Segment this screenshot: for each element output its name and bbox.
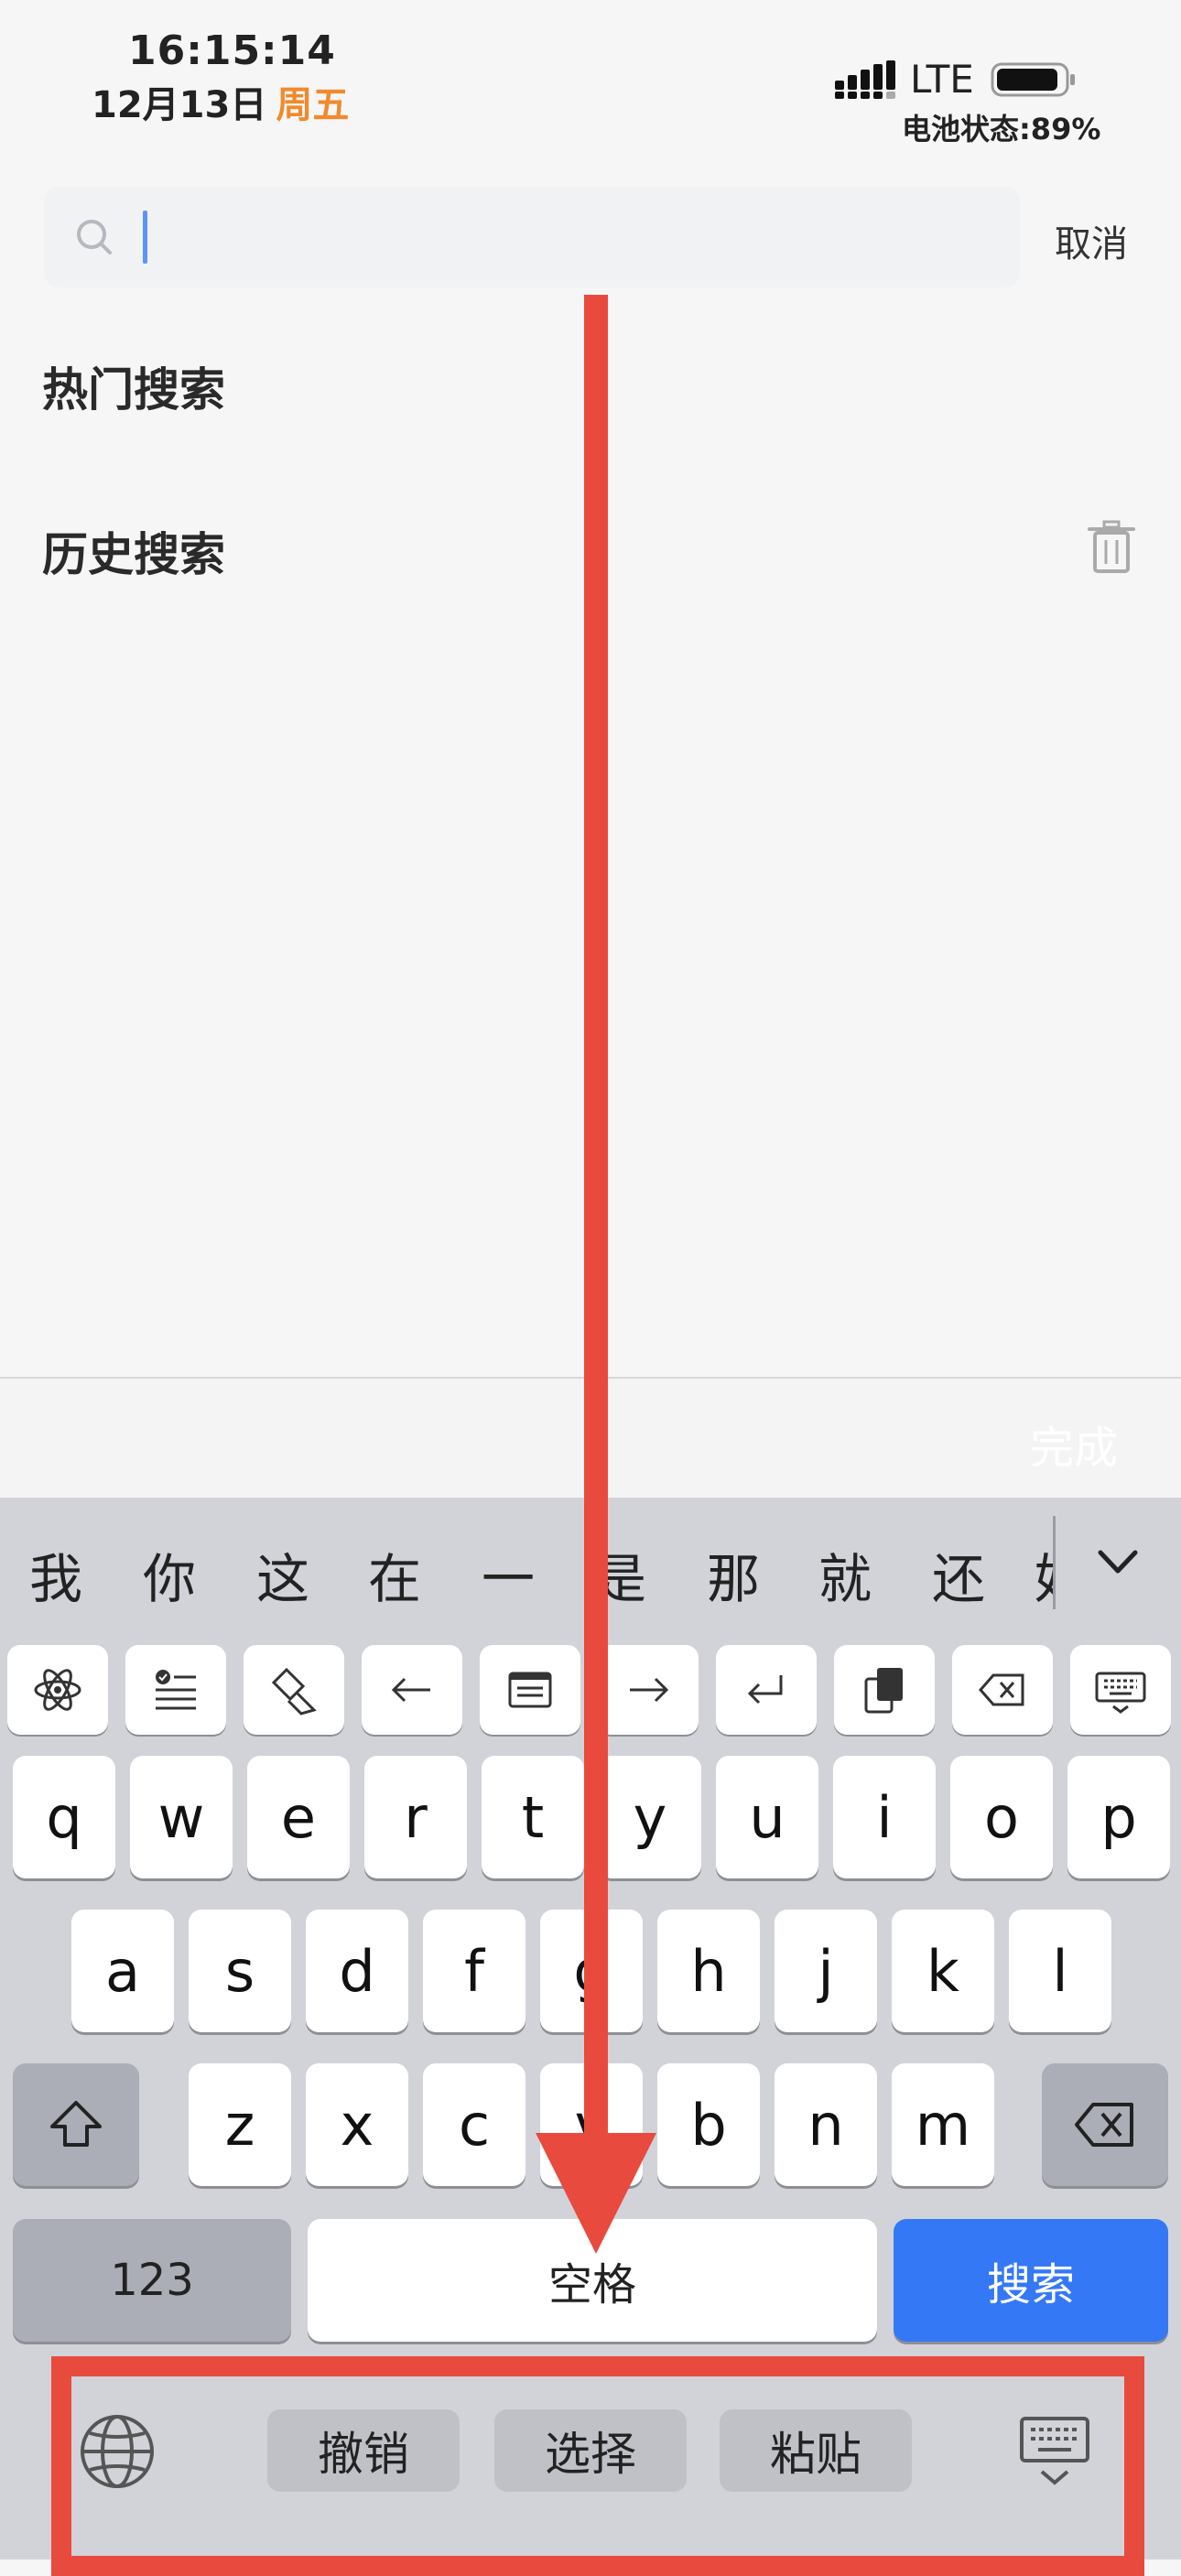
trash-icon[interactable] (1086, 520, 1137, 575)
return-icon (747, 1675, 783, 1705)
search-key[interactable]: 搜索 (894, 2219, 1168, 2342)
candidate-word[interactable]: 这 (256, 1536, 309, 1613)
tool-clipboard[interactable] (834, 1645, 935, 1735)
text-cursor (143, 211, 147, 264)
shift-icon (50, 2101, 102, 2147)
candidate-word[interactable]: 我 (29, 1536, 82, 1613)
key-s[interactable]: s (189, 1910, 291, 2032)
clipboard-icon (864, 1668, 903, 1714)
key-u[interactable]: u (716, 1756, 818, 1878)
key-z[interactable]: z (189, 2063, 291, 2186)
date-text: 12月13日 (92, 84, 267, 126)
status-time: 16:15:14 (128, 27, 336, 74)
key-f[interactable]: f (423, 1910, 525, 2032)
weekday-text: 周五 (276, 84, 350, 126)
search-input[interactable] (44, 187, 1020, 287)
done-button[interactable]: 完成 (1030, 1412, 1118, 1476)
shift-key[interactable] (13, 2063, 139, 2186)
key-n[interactable]: n (775, 2063, 877, 2186)
signal-icon (835, 60, 895, 99)
candidate-word[interactable]: 一 (482, 1536, 535, 1613)
key-h[interactable]: h (657, 1910, 760, 2032)
candidate-word[interactable]: 在 (368, 1536, 421, 1613)
candidate-word[interactable]: 好 (1035, 1536, 1053, 1613)
edit-cursor-icon (271, 1667, 317, 1716)
key-t[interactable]: t (482, 1756, 584, 1878)
tool-edit-cursor[interactable] (244, 1645, 344, 1735)
key-c[interactable]: c (423, 2063, 525, 2186)
annotation-highlight-box (51, 2356, 1144, 2576)
candidate-word[interactable]: 就 (818, 1536, 872, 1613)
key-j[interactable]: j (775, 1910, 877, 2032)
candidate-bar: 我 你 这 在 一 是 那 就 还 好 (0, 1498, 1053, 1635)
candidate-word[interactable]: 你 (143, 1536, 196, 1613)
window-icon (508, 1672, 552, 1708)
key-q[interactable]: q (13, 1756, 115, 1878)
backspace-icon (979, 1673, 1024, 1706)
key-x[interactable]: x (306, 2063, 408, 2186)
cancel-button[interactable]: 取消 (1055, 214, 1128, 267)
status-date: 12月13日 周五 (92, 75, 349, 128)
annotation-arrow-shaft (584, 295, 608, 2142)
delete-key[interactable] (1042, 2063, 1168, 2186)
battery-icon (991, 62, 1075, 97)
tool-keyboard[interactable] (1070, 1645, 1171, 1735)
key-m[interactable]: m (892, 2063, 994, 2186)
annotation-arrow-head (536, 2133, 656, 2254)
delete-icon (1075, 2103, 1133, 2147)
history-search-title: 历史搜索 (42, 528, 225, 581)
checklist-icon (156, 1670, 196, 1710)
key-a[interactable]: a (71, 1910, 174, 2032)
candidate-word[interactable]: 那 (707, 1536, 760, 1613)
tool-checklist[interactable] (125, 1645, 226, 1735)
battery-status: 电池状态:89% (902, 112, 1101, 146)
candidate-divider (1053, 1516, 1056, 1609)
tool-atom[interactable] (7, 1645, 108, 1735)
key-w[interactable]: w (130, 1756, 233, 1878)
tool-window[interactable] (480, 1645, 580, 1735)
key-d[interactable]: d (306, 1910, 408, 2032)
key-l[interactable]: l (1009, 1910, 1111, 2032)
keyboard-icon (1095, 1672, 1146, 1714)
key-e[interactable]: e (247, 1756, 350, 1878)
key-i[interactable]: i (833, 1756, 936, 1878)
arrow-left-icon (391, 1677, 430, 1703)
candidate-word[interactable]: 还 (932, 1536, 985, 1613)
key-o[interactable]: o (950, 1756, 1053, 1878)
key-r[interactable]: r (364, 1756, 467, 1878)
key-b[interactable]: b (657, 2063, 760, 2186)
tool-backspace[interactable] (952, 1645, 1053, 1735)
network-type: LTE (910, 57, 974, 102)
key-y[interactable]: y (599, 1756, 701, 1878)
numbers-key[interactable]: 123 (13, 2219, 291, 2342)
key-k[interactable]: k (892, 1910, 994, 2032)
key-p[interactable]: p (1067, 1756, 1170, 1878)
arrow-right-icon (630, 1677, 669, 1703)
hot-search-title: 热门搜索 (42, 363, 225, 417)
atom-icon (34, 1669, 81, 1711)
tool-arrow-right[interactable] (598, 1645, 699, 1735)
tool-arrow-left[interactable] (362, 1645, 462, 1735)
tool-return[interactable] (716, 1645, 817, 1735)
chevron-down-icon[interactable] (1095, 1543, 1141, 1580)
search-icon (77, 220, 112, 254)
